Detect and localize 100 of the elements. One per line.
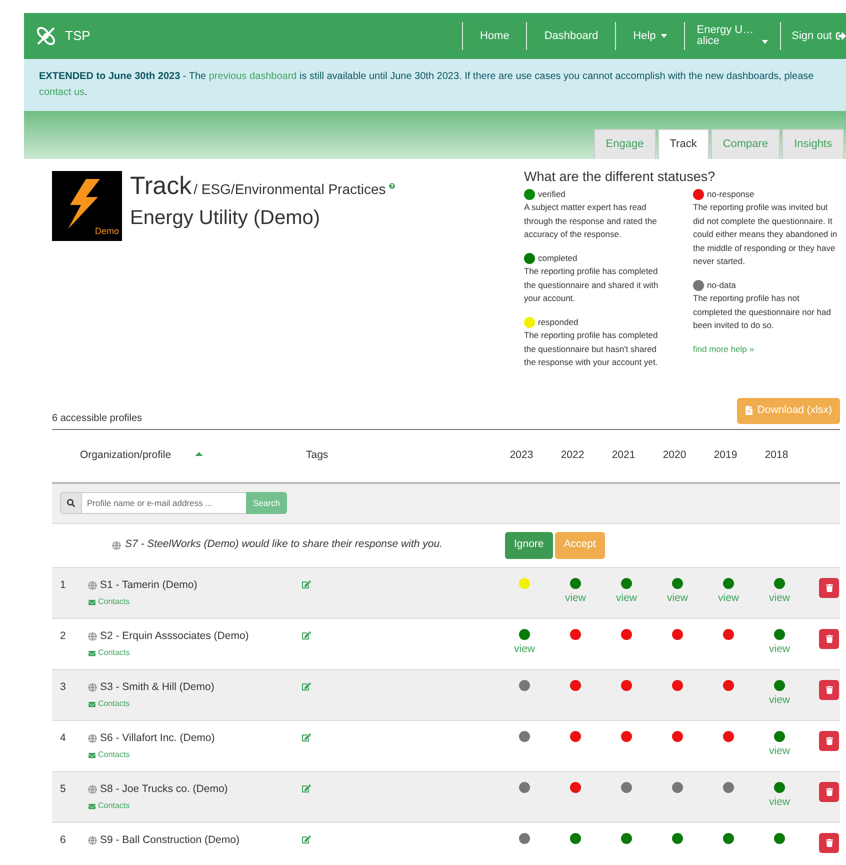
search-button[interactable]: Search [246, 492, 287, 514]
brand-name[interactable]: TSP [65, 26, 90, 46]
page-title: Track [130, 171, 192, 201]
help-link[interactable]: find more help » [693, 342, 838, 356]
contact-link[interactable]: contact us [39, 87, 85, 98]
column-header: Tags [306, 448, 330, 463]
globe-icon [88, 734, 97, 743]
nav-link[interactable]: Help [616, 28, 684, 44]
status-name: responded [538, 316, 578, 329]
profile-name[interactable]: S1 - Tamerin (Demo) [100, 578, 198, 594]
globe-icon [112, 540, 121, 550]
column-header: 2020 [662, 448, 688, 463]
view-link[interactable]: view [768, 642, 790, 658]
globe-icon [88, 632, 97, 641]
contacts-link[interactable]: Contacts [88, 698, 302, 710]
delete-button[interactable] [819, 680, 839, 700]
sign-out-icon [836, 31, 846, 41]
profile-name[interactable]: S6 - Villafort Inc. (Demo) [100, 730, 215, 746]
status-description: A subject matter expert has read through the response and rated the accuracy of the response. [524, 201, 658, 241]
row-number: 2 [59, 628, 67, 644]
caret-icon [660, 34, 667, 38]
edit-tags-icon[interactable] [302, 630, 311, 640]
accept-button[interactable]: Accept [554, 532, 605, 558]
logo-caption: Demo [94, 224, 119, 238]
view-link[interactable]: view [768, 744, 790, 760]
contacts-link[interactable]: Contacts [88, 749, 302, 762]
search-field[interactable]: Profile name or e-mail address ... [82, 492, 246, 514]
download-button[interactable]: Download (xlsx) [737, 398, 840, 424]
view-link[interactable]: view [514, 642, 535, 658]
trash-icon [826, 686, 832, 694]
envelope-icon [88, 650, 96, 657]
status-name: completed [538, 252, 578, 265]
status-description: The reporting profile has completed the questionnaire and shared it with your account. [524, 265, 660, 305]
view-link[interactable]: view [768, 692, 790, 708]
edit-tags-icon[interactable] [302, 732, 311, 742]
view-link[interactable]: view [768, 794, 790, 810]
delete-button[interactable] [819, 628, 839, 648]
sign-out-link[interactable]: Sign out [780, 28, 846, 44]
row-number: 5 [59, 782, 67, 796]
profiles-count: 6 accessible profiles [52, 412, 142, 426]
edit-tags-icon[interactable] [302, 834, 311, 844]
profile-name[interactable]: S9 - Ball Construction (Demo) [100, 832, 240, 848]
contacts-link[interactable]: Contacts [88, 596, 302, 608]
envelope-icon [88, 598, 96, 606]
profile-name[interactable]: S3 - Smith & Hill (Demo) [100, 680, 214, 696]
help-icon[interactable] [388, 183, 395, 189]
sort-ascending-icon[interactable] [195, 452, 203, 456]
legend-title: What are the different statuses? [524, 170, 716, 184]
breadcrumb: / ESG/Environmental Practices [194, 180, 386, 199]
magnifier-glyph [67, 499, 75, 507]
trash-icon [826, 584, 832, 592]
trash-icon [826, 838, 832, 846]
view-link[interactable]: view [718, 590, 739, 606]
status-description: The reporting profile has completed the questionnaire but hasn't shared the response with your account yet. [524, 329, 659, 369]
previous-dashboard-link[interactable]: previous dashboard [208, 71, 297, 82]
envelope-icon [88, 802, 96, 810]
edit-tags-icon[interactable] [302, 580, 311, 588]
nav-tab[interactable]: Insights [782, 129, 844, 159]
nav-tab[interactable]: Track [658, 129, 709, 159]
nav-link[interactable]: Dashboard [527, 28, 616, 44]
view-link[interactable]: view [768, 590, 790, 606]
delete-button[interactable] [819, 730, 839, 750]
contacts-link[interactable]: Contacts [88, 647, 302, 660]
edit-tags-icon[interactable] [302, 682, 311, 690]
nav-tab[interactable]: Engage [594, 129, 656, 159]
file-icon [745, 406, 754, 415]
profile-name[interactable]: S8 - Joe Trucks co. (Demo) [100, 782, 228, 798]
status-name: verified [538, 188, 566, 200]
view-link[interactable]: view [666, 590, 688, 606]
trash-icon [826, 788, 832, 796]
column-header: 2019 [712, 448, 738, 463]
contacts-link[interactable]: Contacts [88, 800, 302, 812]
globe-icon [88, 836, 97, 845]
column-header: 2022 [560, 448, 586, 463]
status-name: no-data [707, 278, 736, 292]
edit-tags-icon[interactable] [302, 784, 311, 792]
envelope-icon [88, 700, 96, 708]
column-header[interactable]: Organization/profile [80, 448, 195, 464]
organization-title: Energy Utility (Demo) [130, 206, 322, 231]
nav-tab[interactable]: Compare [710, 129, 780, 159]
logo-icon [35, 25, 57, 47]
row-number: 1 [59, 578, 67, 592]
account-menu[interactable]: Energy U… alice [684, 25, 780, 47]
column-header: 2023 [508, 448, 534, 463]
status-description: The reporting profile was invited but did not complete the questionnaire. It could either means they abandoned in the middle of responding or they have never started. [693, 201, 838, 268]
view-link[interactable]: view [616, 590, 637, 606]
delete-button[interactable] [819, 578, 839, 598]
ignore-button[interactable]: Ignore [505, 532, 553, 558]
globe-icon [88, 580, 97, 590]
trash-icon [826, 736, 832, 744]
envelope-icon [88, 752, 96, 759]
view-link[interactable]: view [564, 590, 586, 606]
column-header: 2021 [610, 448, 636, 463]
profile-name[interactable]: S2 - Erquin Asssociates (Demo) [100, 628, 249, 644]
delete-button[interactable] [819, 782, 839, 802]
column-header: 2018 [764, 448, 790, 463]
delete-button[interactable] [819, 832, 839, 852]
nav-link[interactable]: Home [462, 28, 526, 44]
row-number: 3 [59, 680, 67, 694]
notice-text: EXTENDED to June 30th 2023 - The previous dashboard is still available until June 30th 2023. If there are use cases you cannot accomplish with the new dashboards, please contact us. [39, 70, 815, 100]
